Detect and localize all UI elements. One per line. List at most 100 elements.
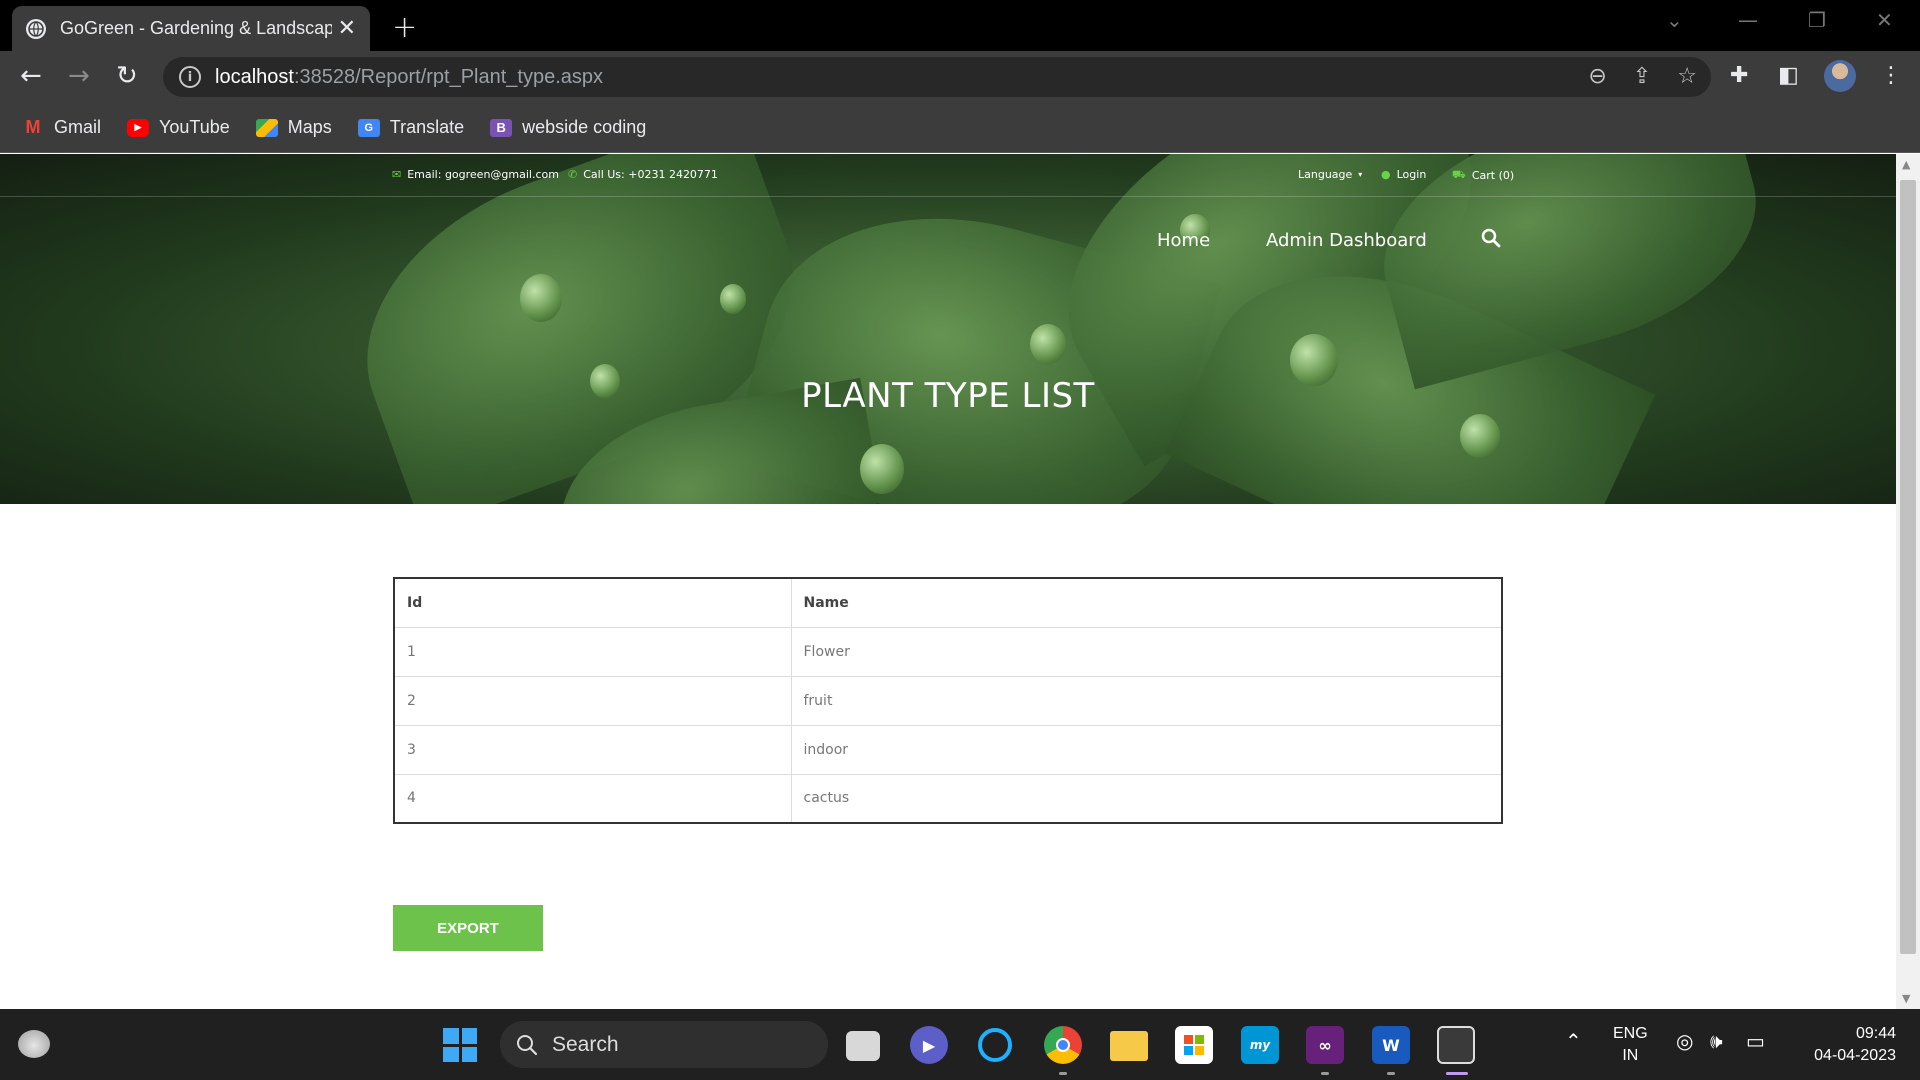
- chrome-icon[interactable]: [1044, 1026, 1082, 1064]
- menu-kebab-icon[interactable]: ⋮: [1880, 63, 1902, 88]
- running-indicator: [1387, 1072, 1395, 1075]
- snipping-tool-icon[interactable]: [1437, 1026, 1475, 1064]
- url-text[interactable]: localhost:38528/Report/rpt_Plant_type.as…: [215, 66, 603, 89]
- cell-id: 2: [393, 675, 792, 726]
- cart-link[interactable]: ⛟ Cart (0): [1452, 168, 1514, 183]
- visual-studio-icon[interactable]: ∞: [1306, 1026, 1344, 1064]
- word-icon[interactable]: W: [1372, 1026, 1410, 1064]
- browser-tab[interactable]: GoGreen - Gardening & Landscap ✕: [12, 6, 370, 51]
- clock[interactable]: 09:44 04-04-2023: [1796, 1023, 1896, 1067]
- export-button[interactable]: EXPORT: [393, 905, 543, 951]
- bookmark-maps[interactable]: Maps: [255, 117, 332, 138]
- running-indicator: [1059, 1072, 1067, 1075]
- url-host: localhost: [215, 65, 294, 88]
- page-scrollbar[interactable]: ▲ ▼: [1896, 154, 1920, 1009]
- close-tab-icon[interactable]: ✕: [338, 16, 356, 41]
- side-panel-icon[interactable]: ◧: [1778, 63, 1799, 88]
- show-hidden-icons-chevron[interactable]: ⌃: [1565, 1031, 1582, 1053]
- teams-chat-icon[interactable]: ▶: [910, 1026, 948, 1064]
- reload-icon[interactable]: ↻: [116, 63, 138, 89]
- phone-info[interactable]: ✆ Call Us: +0231 2420771: [568, 168, 718, 181]
- bookmark-webside-coding[interactable]: B webside coding: [490, 117, 646, 138]
- bookmark-youtube[interactable]: ▶ YouTube: [127, 117, 230, 138]
- minimize-icon[interactable]: —: [1738, 8, 1758, 32]
- cell-id: 1: [393, 626, 792, 677]
- network-globe-icon[interactable]: ◎: [1676, 1031, 1693, 1053]
- lang-line1: ENG: [1613, 1025, 1648, 1042]
- windows-taskbar: Search ▶ my ∞ W ⌃ ENG IN ◎ 🕪 ▭ 09:44 04-…: [0, 1009, 1920, 1080]
- cell-name: fruit: [790, 675, 1503, 726]
- battery-icon[interactable]: ▭: [1746, 1031, 1765, 1053]
- gmail-icon: M: [25, 117, 41, 137]
- task-view-icon[interactable]: [846, 1031, 880, 1061]
- active-indicator: [1446, 1072, 1468, 1075]
- droplet: [520, 274, 562, 322]
- hero-banner: ✉ Email: gogreen@gmail.com ✆ Call Us: +0…: [0, 154, 1896, 504]
- page-title: PLANT TYPE LIST: [801, 376, 1095, 416]
- site-info-icon[interactable]: i: [179, 66, 201, 88]
- volume-icon[interactable]: 🕪: [1710, 1031, 1723, 1053]
- nav-admin-dashboard[interactable]: Admin Dashboard: [1266, 230, 1427, 251]
- email-info[interactable]: ✉ Email: gogreen@gmail.com: [392, 168, 559, 181]
- cell-name: cactus: [790, 773, 1503, 824]
- cart-text: Cart (0): [1471, 169, 1515, 182]
- bookmark-label: YouTube: [159, 117, 230, 137]
- microsoft-store-icon[interactable]: [1175, 1026, 1213, 1064]
- nav-home[interactable]: Home: [1157, 230, 1210, 251]
- time-text: 09:44: [1855, 1025, 1896, 1042]
- tab-title: GoGreen - Gardening & Landscap: [59, 18, 332, 38]
- close-window-icon[interactable]: ✕: [1876, 8, 1893, 32]
- droplet: [860, 444, 904, 494]
- table-row: 4 cactus: [393, 773, 1503, 824]
- new-tab-icon[interactable]: +: [392, 10, 417, 45]
- bookmark-label: webside coding: [522, 117, 647, 137]
- droplet: [720, 284, 746, 314]
- table-row: 3 indoor: [393, 724, 1503, 775]
- lang-line2: IN: [1622, 1047, 1639, 1064]
- weather-icon[interactable]: [18, 1030, 50, 1058]
- divider: [0, 196, 1896, 197]
- scroll-down-icon[interactable]: ▼: [1902, 992, 1910, 1005]
- column-header-name: Name: [790, 577, 1503, 628]
- windows-start-icon[interactable]: [443, 1028, 477, 1062]
- scroll-up-icon[interactable]: ▲: [1902, 158, 1910, 171]
- cart-icon: ⛟: [1452, 168, 1466, 181]
- globe-icon: [26, 18, 46, 39]
- back-icon[interactable]: ←: [20, 63, 42, 89]
- maps-icon: [255, 118, 278, 137]
- url-path: :38528/Report/rpt_Plant_type.aspx: [293, 65, 604, 88]
- login-link[interactable]: ● Login: [1381, 168, 1426, 181]
- taskbar-search[interactable]: Search: [500, 1021, 828, 1068]
- cell-name: Flower: [790, 626, 1503, 677]
- search-icon: [517, 1034, 538, 1055]
- phone-text: Call Us: +0231 2420771: [583, 168, 718, 181]
- file-explorer-icon[interactable]: [1110, 1031, 1148, 1061]
- phone-icon: ✆: [568, 168, 578, 181]
- search-icon[interactable]: [1481, 228, 1501, 253]
- scrollbar-thumb[interactable]: [1900, 180, 1916, 954]
- extensions-icon[interactable]: ✚: [1730, 63, 1748, 88]
- table-row: 2 fruit: [393, 675, 1503, 726]
- share-icon[interactable]: ⇪: [1633, 64, 1651, 89]
- language-indicator[interactable]: ENG IN: [1613, 1023, 1648, 1067]
- running-indicator: [1321, 1072, 1329, 1075]
- zoom-icon[interactable]: ⊖: [1588, 64, 1606, 89]
- bookmark-gmail[interactable]: M Gmail: [22, 117, 102, 138]
- envelope-icon: ✉: [392, 168, 402, 181]
- myhp-icon[interactable]: my: [1241, 1026, 1279, 1064]
- email-text: Email: gogreen@gmail.com: [407, 168, 559, 181]
- language-dropdown[interactable]: Language ▾: [1298, 168, 1362, 181]
- bootstrap-icon: B: [490, 118, 513, 137]
- forward-icon[interactable]: →: [68, 63, 90, 89]
- language-text: Language: [1298, 168, 1353, 181]
- bookmarks-bar: M Gmail ▶ YouTube Maps G Translate B web…: [0, 103, 1920, 153]
- profile-avatar[interactable]: [1824, 60, 1856, 92]
- address-bar[interactable]: i localhost:38528/Report/rpt_Plant_type.…: [163, 57, 1711, 97]
- search-label: Search: [552, 1032, 619, 1056]
- bookmark-star-icon[interactable]: ☆: [1677, 64, 1697, 89]
- restore-icon[interactable]: ❐: [1808, 8, 1826, 32]
- cortana-icon[interactable]: [978, 1028, 1012, 1062]
- bookmark-translate[interactable]: G Translate: [357, 117, 464, 138]
- bookmark-label: Maps: [287, 117, 332, 137]
- tab-search-chevron-icon[interactable]: ⌄: [1666, 8, 1683, 32]
